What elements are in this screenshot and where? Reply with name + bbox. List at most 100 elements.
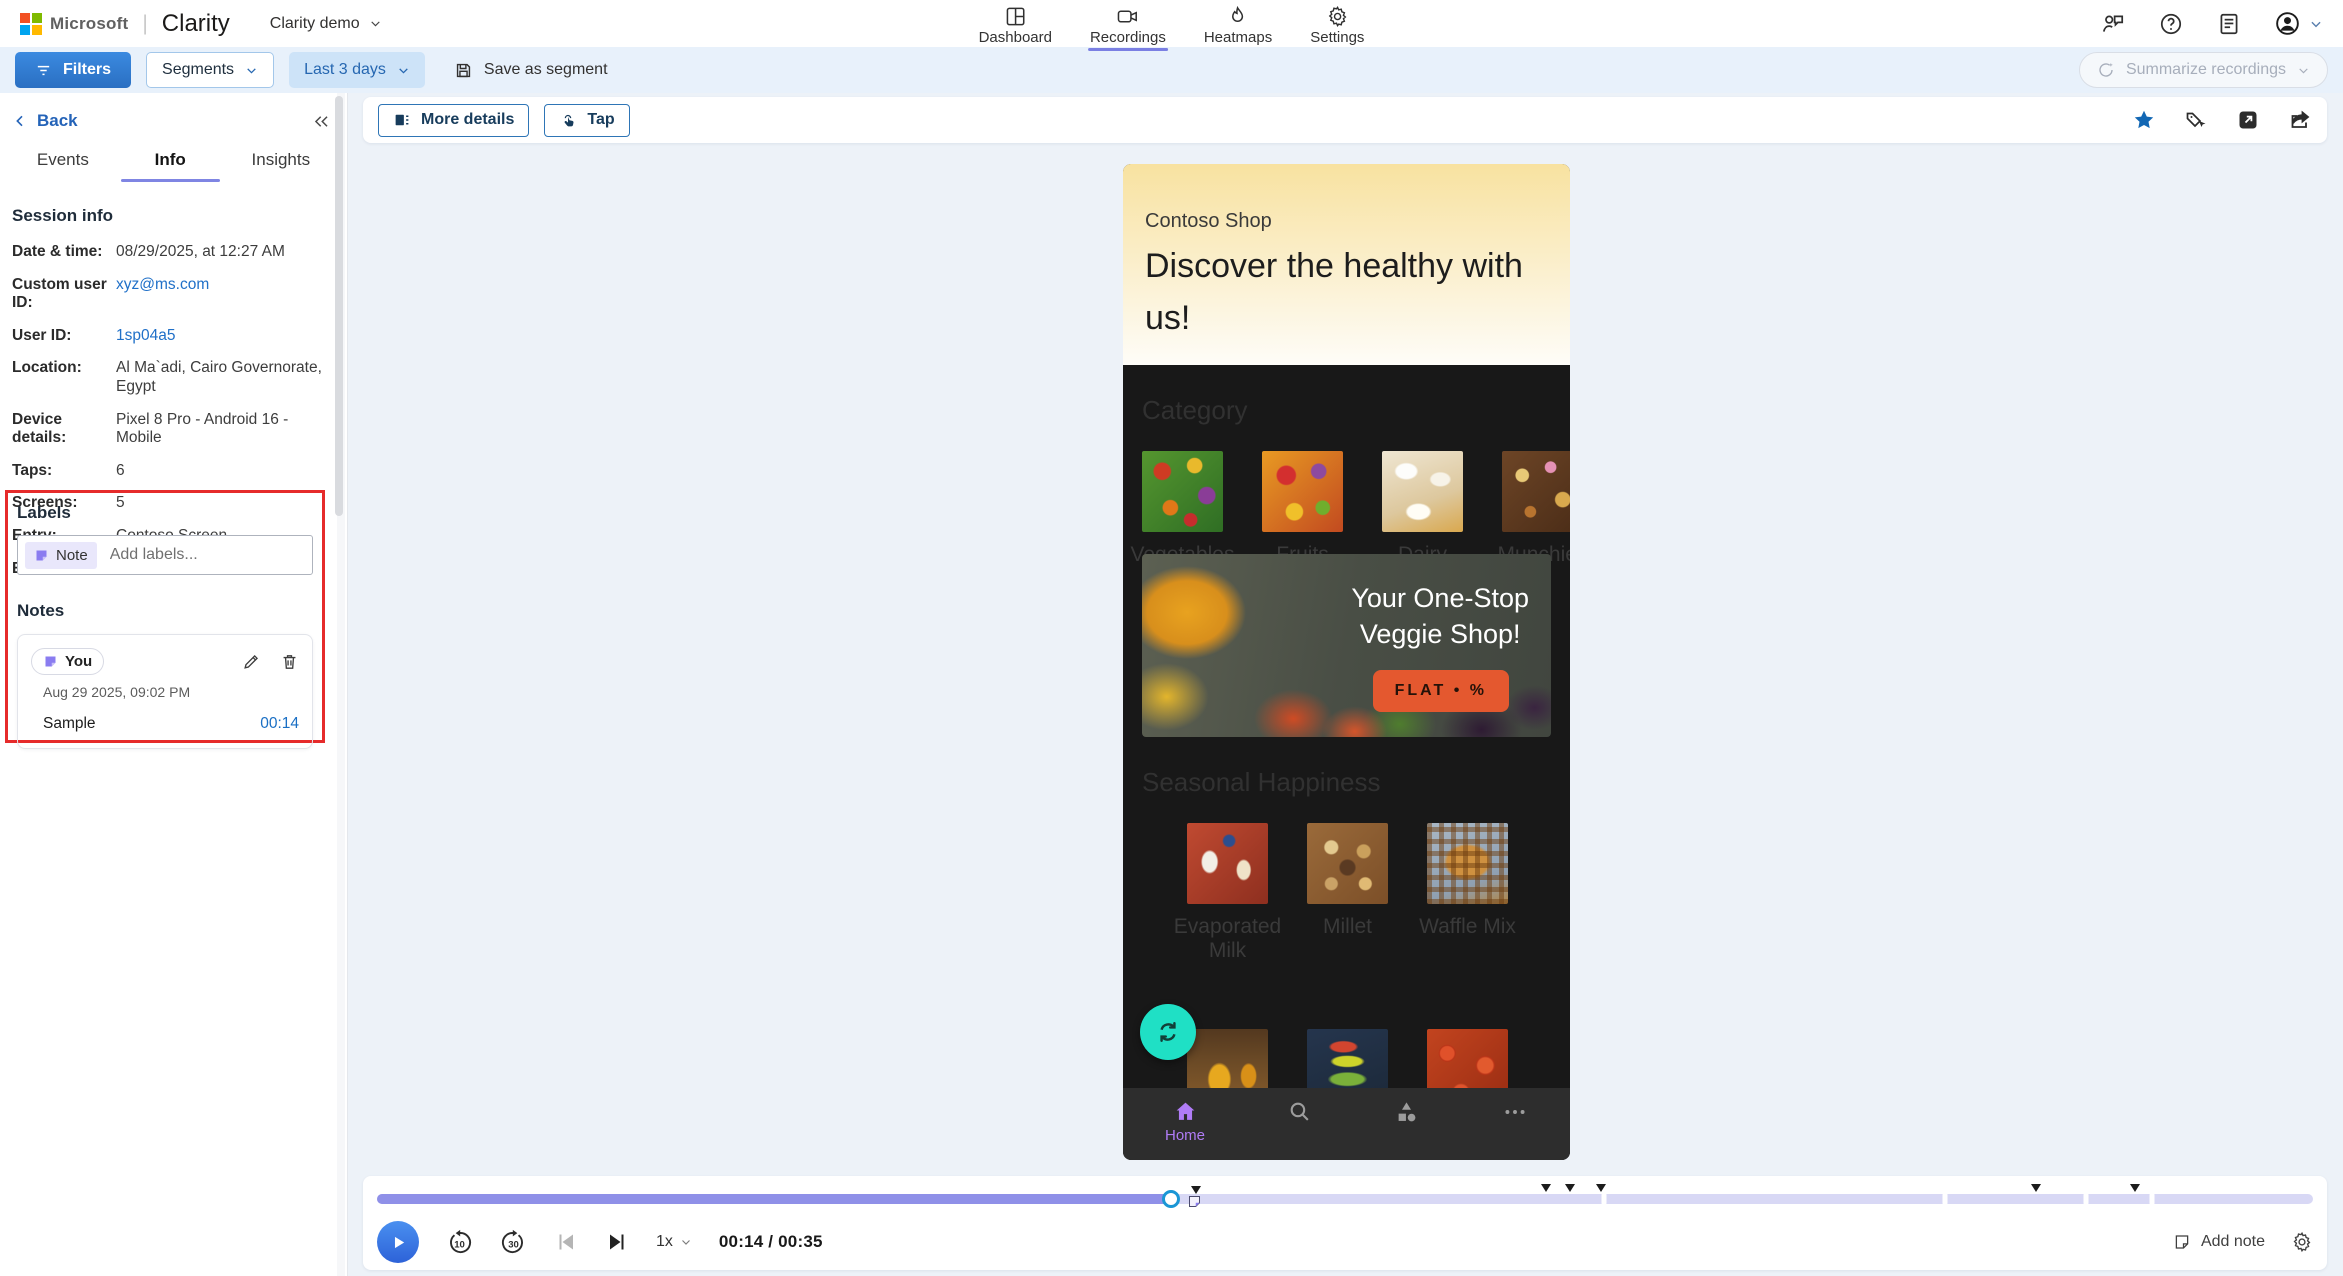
share-icon[interactable] (2288, 108, 2312, 132)
sidebar-scrollbar[interactable] (337, 93, 345, 1276)
category-item[interactable]: Vegetables (1142, 451, 1223, 532)
info-value: 08/29/2025, at 12:27 AM (116, 243, 285, 262)
playback-speed-dropdown[interactable]: 1x (656, 1233, 692, 1251)
save-as-segment-button[interactable]: Save as segment (454, 61, 608, 80)
refresh-fab[interactable] (1140, 1004, 1196, 1060)
fruit-platter-image[interactable] (1307, 1029, 1388, 1088)
nav-item-settings[interactable]: Settings (1307, 1, 1367, 52)
note-card[interactable]: You Aug 29 2025, 09:02 PM Sample 00:14 (17, 634, 313, 749)
settings-icon (1326, 5, 1349, 28)
millet-image[interactable] (1307, 823, 1388, 904)
pepperoni-image[interactable] (1427, 1029, 1508, 1088)
banner-cta-button[interactable]: FLAT • % (1373, 670, 1509, 712)
category-title: Category (1142, 365, 1551, 426)
label-chip-text: Note (56, 547, 88, 564)
popout-icon[interactable] (2236, 108, 2260, 132)
user-id-link[interactable]: 1sp04a5 (116, 327, 175, 346)
skip-forward-30-button[interactable]: 30 (500, 1229, 527, 1256)
account-avatar[interactable] (2274, 10, 2301, 37)
timeline-playhead[interactable] (1162, 1190, 1180, 1208)
date-range-dropdown[interactable]: Last 3 days (289, 52, 425, 88)
play-button[interactable] (377, 1221, 419, 1263)
seasonal-item[interactable]: Millet (1307, 823, 1388, 904)
tab-info[interactable]: Info (149, 143, 192, 182)
timeline-note-marker[interactable] (1187, 1186, 1202, 1209)
info-row-taps: Taps:6 (0, 455, 347, 488)
chevron-down-icon (245, 64, 258, 77)
release-notes-icon[interactable] (2216, 11, 2242, 37)
waffle-mix-image[interactable] (1427, 823, 1508, 904)
top-nav: Dashboard Recordings Heatmaps Settings (976, 1, 1368, 52)
nav-item-heatmaps[interactable]: Heatmaps (1201, 1, 1275, 52)
favorite-star-icon[interactable] (2132, 108, 2156, 132)
screen-break-marker (2150, 1193, 2155, 1205)
add-labels-input[interactable] (108, 545, 319, 565)
seasonal-item[interactable]: Evaporated Milk (1187, 823, 1268, 904)
add-note-button[interactable]: Add note (2173, 1233, 2265, 1251)
tap-event-marker[interactable] (1565, 1184, 1575, 1192)
tap-event-marker[interactable] (1541, 1184, 1551, 1192)
phone-nav-home[interactable]: Home (1165, 1099, 1205, 1160)
nav-label: Heatmaps (1204, 29, 1272, 46)
player-right-actions: Add note (2173, 1231, 2313, 1253)
player-settings-icon[interactable] (2291, 1231, 2313, 1253)
microsoft-logo-icon (20, 13, 42, 35)
back-button[interactable]: Back (37, 111, 78, 131)
tab-events[interactable]: Events (31, 143, 95, 182)
skip-back-10-button[interactable]: 10 (446, 1229, 473, 1256)
category-item[interactable]: Fruits (1262, 451, 1343, 532)
filters-button[interactable]: Filters (15, 52, 131, 88)
account-chevron-icon[interactable] (2309, 17, 2323, 31)
delete-note-icon[interactable] (280, 652, 299, 671)
phone-nav-search[interactable] (1287, 1099, 1312, 1160)
nav-item-recordings[interactable]: Recordings (1087, 1, 1169, 52)
timeline-track[interactable] (377, 1194, 2313, 1204)
labels-input-box[interactable]: Note (17, 535, 313, 575)
munchies-image[interactable] (1502, 451, 1570, 532)
labels-notes-highlight: Labels Note Notes You Aug 29 2025, 09:02… (5, 490, 325, 743)
phone-nav-categories[interactable] (1393, 1099, 1420, 1160)
next-screen-button[interactable] (605, 1230, 629, 1254)
collapse-sidebar-icon[interactable] (312, 112, 331, 131)
seasonal-item[interactable]: Waffle Mix (1427, 823, 1508, 904)
seasonal-row: Evaporated Milk Millet Waffle Mix (1187, 823, 1551, 904)
category-item[interactable]: Munchies (1502, 451, 1570, 532)
tab-insights[interactable]: Insights (246, 143, 317, 182)
note-timestamp-link[interactable]: 00:14 (260, 715, 299, 733)
edit-note-icon[interactable] (242, 652, 261, 671)
previous-screen-button[interactable] (554, 1230, 578, 1254)
chevron-down-icon (397, 64, 410, 77)
seasonal-label: Evaporated Milk (1170, 915, 1286, 963)
honey-jars-image[interactable] (1187, 1029, 1268, 1088)
nav-item-dashboard[interactable]: Dashboard (976, 1, 1055, 52)
more-details-button[interactable]: More details (378, 104, 529, 137)
tap-event-marker[interactable] (2130, 1184, 2140, 1192)
label-chip-note[interactable]: Note (25, 542, 97, 569)
recordings-icon (1116, 5, 1139, 28)
dairy-image[interactable] (1382, 451, 1463, 532)
more-details-icon (393, 111, 411, 129)
feedback-icon[interactable] (2100, 11, 2126, 37)
evaporated-milk-image[interactable] (1187, 823, 1268, 904)
help-icon[interactable] (2158, 11, 2184, 37)
ellipsis-icon (1502, 1099, 1528, 1125)
labels-icon[interactable] (2184, 108, 2208, 132)
segments-dropdown[interactable]: Segments (146, 52, 274, 88)
category-item[interactable]: Dairy (1382, 451, 1463, 532)
sidebar-scrollbar-thumb[interactable] (335, 96, 343, 516)
back-chevron-icon[interactable] (12, 113, 28, 129)
phone-app-header: Contoso Shop Discover the healthy with u… (1123, 164, 1570, 365)
vegetables-image[interactable] (1142, 451, 1223, 532)
phone-nav-more[interactable] (1502, 1099, 1528, 1160)
tap-filter-button[interactable]: Tap (544, 104, 629, 137)
veggie-banner[interactable]: Your One-Stop Veggie Shop! FLAT • % (1142, 554, 1551, 737)
screen-break-marker (2084, 1193, 2089, 1205)
fruits-image[interactable] (1262, 451, 1343, 532)
tap-event-marker[interactable] (1596, 1184, 1606, 1192)
project-selector[interactable]: Clarity demo (270, 15, 382, 33)
custom-user-id-link[interactable]: xyz@ms.com (116, 276, 209, 313)
tap-event-marker[interactable] (2031, 1184, 2041, 1192)
microsoft-wordmark: Microsoft (50, 14, 128, 34)
summarize-recordings-button[interactable]: Summarize recordings (2079, 52, 2328, 88)
seasonal-label: Waffle Mix (1419, 915, 1516, 939)
